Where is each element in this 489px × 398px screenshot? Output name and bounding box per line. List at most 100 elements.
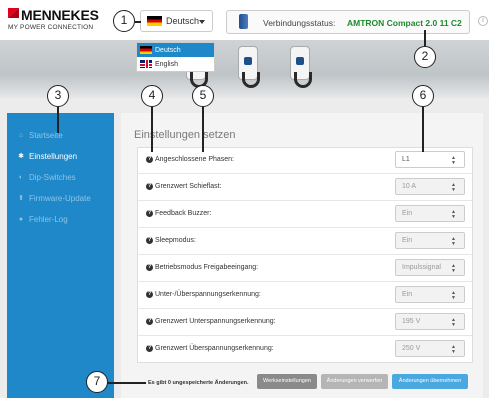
discard-changes-button[interactable]: Änderungen verwerfen (321, 374, 388, 389)
sidebar-item-startseite[interactable]: ⌂ Startseite (7, 125, 114, 145)
callout-line (135, 21, 141, 23)
setting-label-text: Grenzwert Schieflast: (155, 183, 222, 190)
logo-tagline: MY POWER CONNECTION (8, 24, 94, 31)
select-arrows-icon: ▲ ▼ (451, 263, 456, 274)
header: MENNEKES MY POWER CONNECTION Deutsch Ver… (0, 0, 489, 40)
setting-label: ? Grenzwert Überspannungserkennung: (146, 345, 274, 352)
language-dropdown-button[interactable]: Deutsch (140, 10, 213, 32)
uk-flag-icon (140, 60, 152, 68)
german-flag-icon (140, 46, 152, 54)
setting-label: ? Sleepmodus: (146, 237, 196, 244)
setting-row: ? Sleepmodus: Ein ▲ ▼ (138, 229, 472, 255)
select-arrows-icon: ▲ ▼ (451, 290, 456, 301)
setting-label: ? Angeschlossene Phasen: (146, 156, 234, 163)
help-icon[interactable]: ? (146, 291, 153, 298)
connection-status-value: AMTRON Compact 2.0 11 C2 (347, 18, 462, 28)
sidebar-item-einstellungen[interactable]: ✱ Einstellungen (7, 146, 114, 166)
chevron-down-icon (199, 20, 205, 24)
setting-label: ? Feedback Buzzer: (146, 210, 211, 217)
select-arrows-icon: ▲ ▼ (451, 209, 456, 220)
select-value: L1 (402, 156, 410, 163)
help-icon[interactable]: ? (146, 210, 153, 217)
language-current-label: Deutsch (166, 16, 200, 26)
select-arrows-icon: ▲ ▼ (451, 317, 456, 328)
sidebar-item-label: Firmware-Update (29, 193, 91, 203)
setting-label: ? Unter-/Überspannungserkennung: (146, 291, 261, 298)
setting-row: ? Betriebsmodus Freigabeeingang: Impulssi… (138, 256, 472, 282)
select-value: 195 V (402, 318, 421, 325)
phases-select[interactable]: L1 ▲ ▼ (395, 151, 465, 168)
apply-changes-button[interactable]: Änderungen übernehmen (392, 374, 468, 389)
setting-row: ? Grenzwert Überspannungserkennung: 250 V… (138, 337, 472, 363)
sidebar-item-label: Fehler-Log (29, 214, 68, 224)
mennekes-logo-icon (8, 8, 19, 18)
language-option-label: Deutsch (155, 46, 181, 54)
setting-row: ? Grenzwert Unterspannungserkennung: 195 … (138, 310, 472, 336)
select-arrows-icon: ▲ ▼ (451, 155, 456, 166)
toggle-icon: ◐ (18, 173, 24, 181)
select-arrows-icon: ▲ ▼ (451, 344, 456, 355)
setting-label-text: Betriebsmodus Freigabeeingang: (155, 264, 259, 271)
setting-label-text: Angeschlossene Phasen: (155, 156, 234, 163)
setting-label: ? Grenzwert Unterspannungserkennung: (146, 318, 276, 325)
setting-label-text: Grenzwert Unterspannungserkennung: (155, 318, 276, 325)
callout-line (57, 107, 59, 133)
undervoltage-threshold-select[interactable]: 195 V ▲ ▼ (395, 313, 465, 330)
cable-image (242, 72, 260, 88)
language-option-deutsch[interactable]: Deutsch (137, 43, 214, 57)
connection-status-box: Verbindungsstatus: AMTRON Compact 2.0 11… (226, 10, 470, 34)
language-menu: Deutsch English (136, 42, 215, 72)
help-icon[interactable]: ? (146, 264, 153, 271)
setting-label-text: Sleepmodus: (155, 237, 196, 244)
select-value: Ein (402, 291, 413, 298)
help-icon[interactable]: ? (146, 156, 153, 163)
unsaved-changes-text: Es gibt 0 ungespeicherte Änderungen. (148, 380, 249, 386)
sidebar-item-firmware-update[interactable]: ⬆ Firmware-Update (7, 188, 114, 208)
alert-icon: ● (18, 215, 24, 223)
callout-1: 1 (113, 10, 135, 32)
select-value: 10 A (402, 183, 417, 190)
gear-icon: ✱ (18, 153, 24, 160)
sidebar-item-label: Dip-Switches (29, 172, 76, 182)
setting-label-text: Grenzwert Überspannungserkennung: (155, 345, 274, 352)
setting-label-text: Unter-/Überspannungserkennung: (155, 291, 261, 298)
setting-label: ? Betriebsmodus Freigabeeingang: (146, 264, 258, 271)
callout-line (108, 382, 146, 384)
select-arrows-icon: ▲ ▼ (451, 182, 456, 193)
sleep-mode-select[interactable]: Ein ▲ ▼ (395, 232, 465, 249)
sidebar-item-fehler-log[interactable]: ● Fehler-Log (7, 209, 114, 229)
callout-3: 3 (47, 85, 69, 107)
help-icon[interactable]: ? (146, 183, 153, 190)
callout-line (202, 107, 204, 152)
buzzer-select[interactable]: Ein ▲ ▼ (395, 205, 465, 222)
setting-row: ? Unter-/Überspannungserkennung: Ein ▲ ▼ (138, 283, 472, 309)
upload-icon: ⬆ (18, 195, 24, 202)
unbalanced-load-select[interactable]: 10 A ▲ ▼ (395, 178, 465, 195)
sidebar: ⌂ Startseite ✱ Einstellungen ◐ Dip-Switc… (7, 113, 114, 398)
factory-settings-button[interactable]: Werkseinstellungen (257, 374, 317, 389)
voltage-detection-select[interactable]: Ein ▲ ▼ (395, 286, 465, 303)
overvoltage-threshold-select[interactable]: 250 V ▲ ▼ (395, 340, 465, 357)
select-arrows-icon: ▲ ▼ (451, 236, 456, 247)
settings-form: ? Angeschlossene Phasen: L1 ▲ ▼ ? Grenzwert … (137, 147, 473, 363)
setting-label-text: Feedback Buzzer: (155, 210, 212, 217)
language-option-label: English (155, 60, 178, 68)
sidebar-item-dip-switches[interactable]: ◐ Dip-Switches (7, 167, 114, 187)
info-icon[interactable]: i (478, 16, 488, 26)
callout-4: 4 (141, 85, 163, 107)
select-value: Ein (402, 210, 413, 217)
help-icon[interactable]: ? (146, 318, 153, 325)
connection-status-label: Verbindungsstatus: (263, 18, 336, 28)
help-icon[interactable]: ? (146, 237, 153, 244)
german-flag-icon (147, 16, 162, 26)
setting-row: ? Grenzwert Schieflast: 10 A ▲ ▼ (138, 175, 472, 201)
select-value: Ein (402, 237, 413, 244)
select-value: Impulssignal (402, 264, 441, 271)
callout-line (422, 107, 424, 152)
enable-input-mode-select[interactable]: Impulssignal ▲ ▼ (395, 259, 465, 276)
wallbox-icon (239, 14, 248, 29)
language-option-english[interactable]: English (137, 57, 214, 71)
logo-brand: MENNEKES (21, 7, 99, 23)
sidebar-item-label: Einstellungen (29, 151, 78, 161)
help-icon[interactable]: ? (146, 345, 153, 352)
